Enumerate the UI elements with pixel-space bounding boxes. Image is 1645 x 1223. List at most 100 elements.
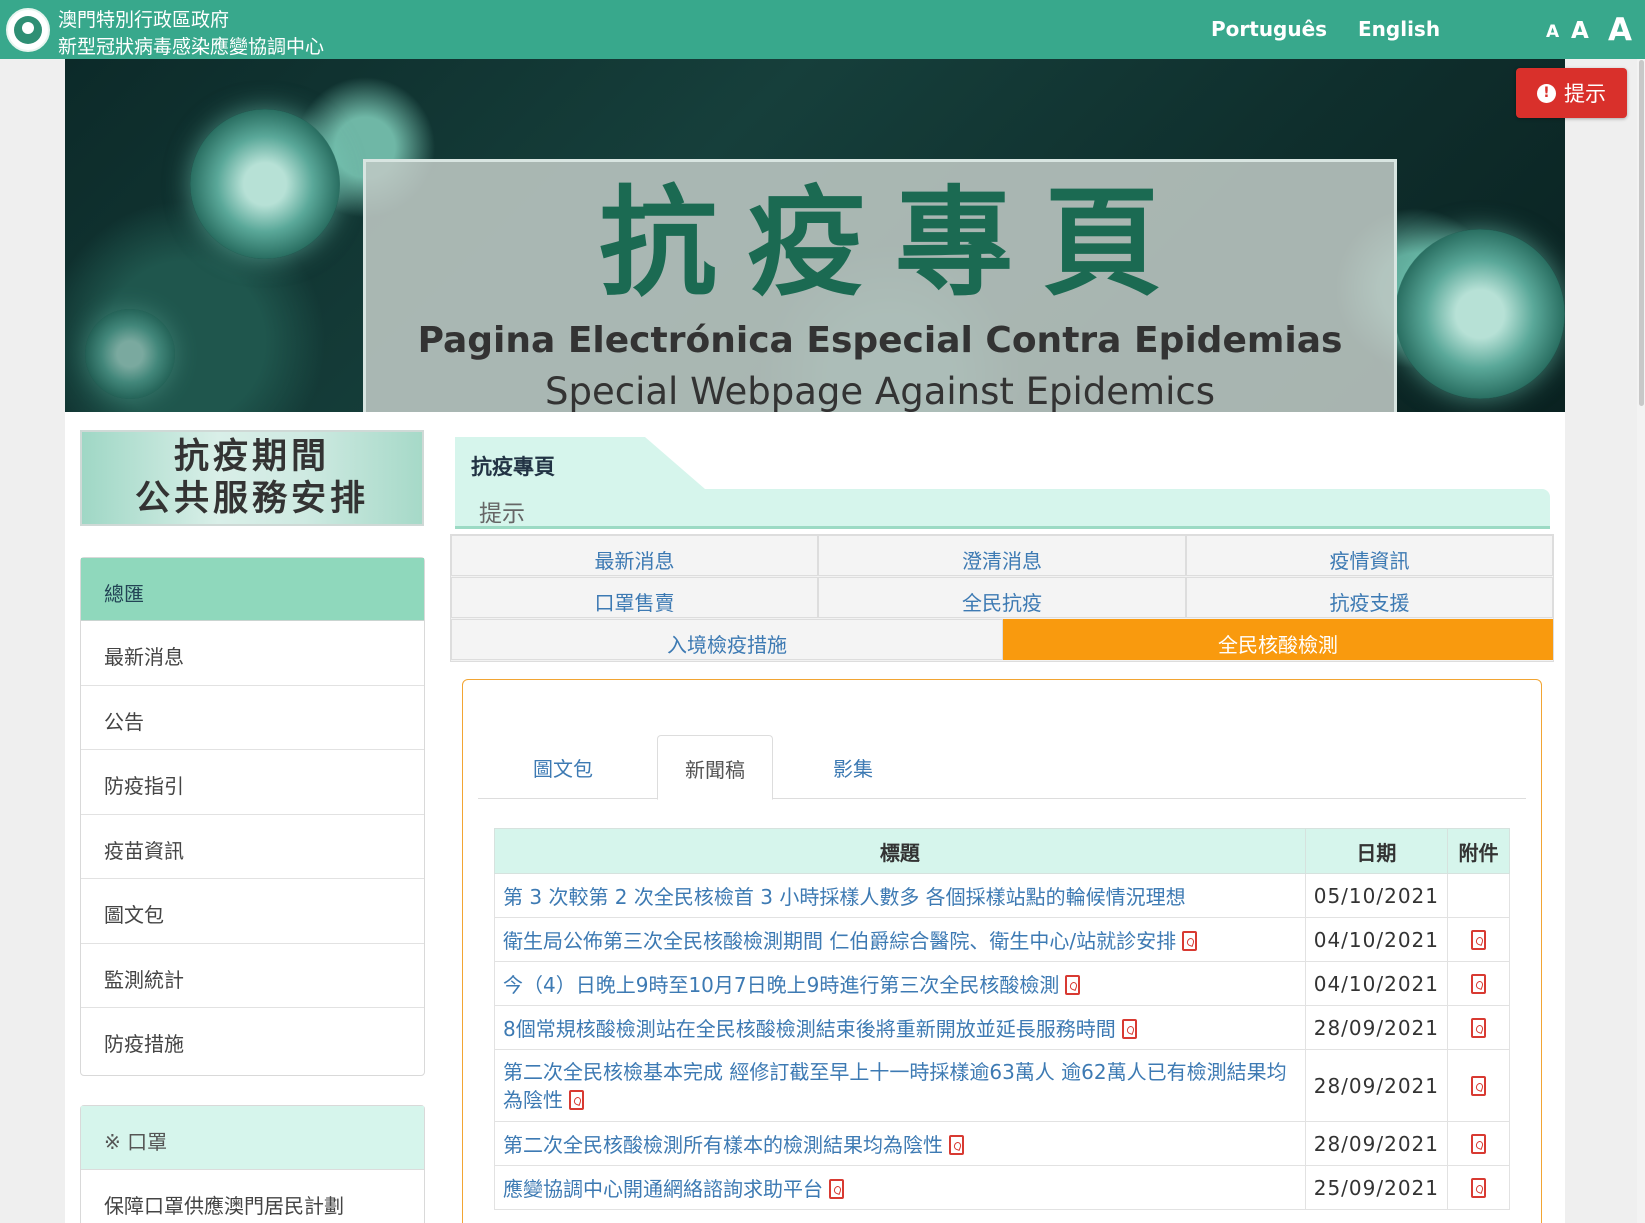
pdf-icon[interactable]	[569, 1089, 584, 1110]
pdf-icon[interactable]	[949, 1135, 964, 1155]
nav-mask-sales[interactable]: 口罩售賣	[451, 577, 818, 618]
pdf-icon[interactable]	[1471, 973, 1486, 994]
row-title-text[interactable]: 8個常規核酸檢測站在全民核酸檢測結束後將重新開放並延長服務時間	[503, 1017, 1116, 1041]
row-date: 05/10/2021	[1304, 873, 1449, 918]
breadcrumb-current: 提示	[479, 501, 525, 527]
nav-latest-news[interactable]: 最新消息	[451, 535, 818, 576]
row-title-link[interactable]: 應變協調中心開通網絡諮詢求助平台	[494, 1165, 1306, 1210]
virus-illustration	[190, 109, 340, 259]
table-header-date: 日期	[1304, 828, 1449, 874]
banner-title: 抗疫專頁	[598, 174, 1191, 312]
row-title-link[interactable]: 8個常規核酸檢測站在全民核酸檢測結束後將重新開放並延長服務時間	[494, 1005, 1306, 1050]
row-title-link[interactable]: 今（4）日晚上9時至10月7日晚上9時進行第三次全民核酸檢測	[494, 961, 1306, 1006]
virus-illustration	[1395, 229, 1565, 399]
pdf-icon[interactable]	[1471, 1075, 1486, 1096]
public-service-arrangement-banner[interactable]: 抗疫期間 公共服務安排	[80, 430, 424, 526]
row-title-text[interactable]: 應變協調中心開通網絡諮詢求助平台	[503, 1177, 823, 1201]
row-attachment[interactable]	[1447, 961, 1510, 1006]
pdf-icon[interactable]	[1471, 1133, 1486, 1154]
breadcrumb: 抗疫專頁 提示	[455, 437, 1550, 532]
org-name-line1[interactable]: 澳門特別行政區政府	[58, 5, 229, 32]
sidebar-item-prevention-measures[interactable]: 防疫措施	[81, 1008, 424, 1073]
pdf-icon[interactable]	[1471, 1017, 1486, 1038]
press-release-table: 標題 日期 附件 第 3 次較第 2 次全民核檢首 3 小時採樣人數多 各個採樣…	[494, 828, 1510, 1210]
table-header-title: 標題	[494, 828, 1306, 874]
row-title-link[interactable]: 衛生局公佈第三次全民核酸檢測期間 仁伯爵綜合醫院、衛生中心/站就診安排	[494, 917, 1306, 962]
pdf-icon[interactable]	[829, 1179, 844, 1199]
pdf-icon[interactable]	[1121, 1019, 1137, 1039]
table-row: 第二次全民核檢基本完成 經修訂截至早上十一時採樣逾63萬人 逾62萬人已有檢測結…	[494, 1049, 1510, 1122]
nav-citizen-anti-epidemic[interactable]: 全民抗疫	[818, 577, 1186, 618]
promo-line2: 公共服務安排	[134, 479, 369, 519]
pdf-icon[interactable]	[1182, 931, 1198, 951]
table-row: 第 3 次較第 2 次全民核檢首 3 小時採樣人數多 各個採樣站點的輪候情況理想…	[494, 873, 1510, 918]
table-row: 8個常規核酸檢測站在全民核酸檢測結束後將重新開放並延長服務時間 28/09/20…	[494, 1005, 1510, 1050]
sidebar-item-mask-supply-plan[interactable]: 保障口罩供應澳門居民計劃	[81, 1170, 424, 1223]
banner-subtitle-english: Special Webpage Against Epidemics	[545, 370, 1215, 412]
pdf-icon[interactable]	[1471, 929, 1486, 950]
nav-entry-quarantine[interactable]: 入境檢疫措施	[451, 619, 1003, 660]
row-attachment-empty	[1447, 873, 1510, 918]
sidebar-menu: 總匯 最新消息 公告 防疫指引 疫苗資訊 圖文包 監測統計 防疫措施	[80, 557, 425, 1076]
breadcrumb-title[interactable]: 抗疫專頁	[471, 451, 555, 481]
row-title-link[interactable]: 第二次全民核檢基本完成 經修訂截至早上十一時採樣逾63萬人 逾62萬人已有檢測結…	[494, 1049, 1306, 1122]
table-row: 應變協調中心開通網絡諮詢求助平台 25/09/2021	[494, 1165, 1510, 1210]
row-date: 25/09/2021	[1304, 1165, 1449, 1210]
pdf-icon[interactable]	[1471, 1177, 1486, 1198]
top-header-bar: 澳門特別行政區政府 新型冠狀病毒感染應變協調中心 Português Engli…	[0, 0, 1645, 59]
nav-citizen-nucleic-test[interactable]: 全民核酸檢測	[1003, 619, 1553, 660]
table-row: 衛生局公佈第三次全民核酸檢測期間 仁伯爵綜合醫院、衛生中心/站就診安排 04/1…	[494, 917, 1510, 962]
exclamation-circle-icon: !	[1537, 83, 1556, 103]
row-title-text[interactable]: 衛生局公佈第三次全民核酸檢測期間 仁伯爵綜合醫院、衛生中心/站就診安排	[503, 929, 1176, 953]
row-date: 04/10/2021	[1304, 917, 1449, 962]
row-title-link[interactable]: 第二次全民核酸檢測所有樣本的檢測結果均為陰性	[494, 1121, 1306, 1166]
nav-epidemic-info[interactable]: 疫情資訊	[1186, 535, 1553, 576]
sidebar-item-latest-news[interactable]: 最新消息	[81, 621, 424, 686]
font-size-medium-button[interactable]: A	[1571, 18, 1589, 44]
pdf-icon[interactable]	[1065, 975, 1081, 995]
nav-clarifications[interactable]: 澄清消息	[818, 535, 1186, 576]
banner-subtitle-portuguese: Pagina Electrónica Especial Contra Epide…	[417, 320, 1343, 361]
row-date: 28/09/2021	[1304, 1049, 1449, 1122]
tab-press-releases[interactable]: 新聞稿	[657, 735, 773, 800]
row-title-link[interactable]: 第 3 次較第 2 次全民核檢首 3 小時採樣人數多 各個採樣站點的輪候情況理想	[494, 873, 1306, 918]
row-attachment[interactable]	[1447, 1121, 1510, 1166]
tab-gallery[interactable]: 影集	[778, 735, 928, 799]
row-attachment[interactable]	[1447, 1165, 1510, 1210]
row-title-text[interactable]: 第二次全民核酸檢測所有樣本的檢測結果均為陰性	[503, 1133, 943, 1157]
hero-banner: 抗疫專頁 Pagina Electrónica Especial Contra …	[65, 59, 1565, 412]
banner-title-panel: 抗疫專頁 Pagina Electrónica Especial Contra …	[363, 159, 1397, 412]
language-english-link[interactable]: English	[1358, 17, 1440, 41]
nav-anti-epidemic-support[interactable]: 抗疫支援	[1186, 577, 1553, 618]
language-portuguese-link[interactable]: Português	[1211, 17, 1327, 41]
promo-line1: 抗疫期間	[173, 437, 330, 477]
sidebar-item-announcements[interactable]: 公告	[81, 686, 424, 750]
sidebar-menu-header[interactable]: 總匯	[81, 558, 424, 621]
org-name-line2[interactable]: 新型冠狀病毒感染應變協調中心	[58, 32, 324, 59]
alert-button-label: 提示	[1564, 82, 1606, 106]
font-size-large-button[interactable]: A	[1608, 12, 1632, 48]
row-date: 28/09/2021	[1304, 1005, 1449, 1050]
row-attachment[interactable]	[1447, 1049, 1510, 1122]
macau-emblem-logo[interactable]	[6, 8, 50, 52]
row-title-text[interactable]: 今（4）日晚上9時至10月7日晚上9時進行第三次全民核酸檢測	[503, 973, 1059, 997]
page-scrollbar-thumb[interactable]	[1639, 60, 1644, 406]
sidebar-item-monitoring-stats[interactable]: 監測統計	[81, 944, 424, 1008]
row-date: 28/09/2021	[1304, 1121, 1449, 1166]
breadcrumb-bar	[455, 489, 1550, 529]
sidebar-item-prevention-guidelines[interactable]: 防疫指引	[81, 750, 424, 815]
content-tabs: 圖文包 新聞稿 影集	[478, 735, 1526, 800]
sidebar-item-infographics[interactable]: 圖文包	[81, 879, 424, 944]
row-attachment[interactable]	[1447, 1005, 1510, 1050]
tab-infographics[interactable]: 圖文包	[478, 735, 648, 799]
sidebar-item-vaccine-info[interactable]: 疫苗資訊	[81, 815, 424, 879]
row-attachment[interactable]	[1447, 917, 1510, 962]
row-date: 04/10/2021	[1304, 961, 1449, 1006]
sidebar-mask-header[interactable]: ※ 口罩	[81, 1106, 424, 1170]
row-title-text[interactable]: 第 3 次較第 2 次全民核檢首 3 小時採樣人數多 各個採樣站點的輪候情況理想	[503, 885, 1186, 909]
font-size-small-button[interactable]: A	[1546, 22, 1559, 42]
sidebar-mask-menu: ※ 口罩 保障口罩供應澳門居民計劃	[80, 1105, 425, 1223]
alert-button[interactable]: ! 提示	[1516, 68, 1627, 118]
row-title-text[interactable]: 第二次全民核檢基本完成 經修訂截至早上十一時採樣逾63萬人 逾62萬人已有檢測結…	[503, 1060, 1287, 1112]
table-row: 第二次全民核酸檢測所有樣本的檢測結果均為陰性 28/09/2021	[494, 1121, 1510, 1166]
